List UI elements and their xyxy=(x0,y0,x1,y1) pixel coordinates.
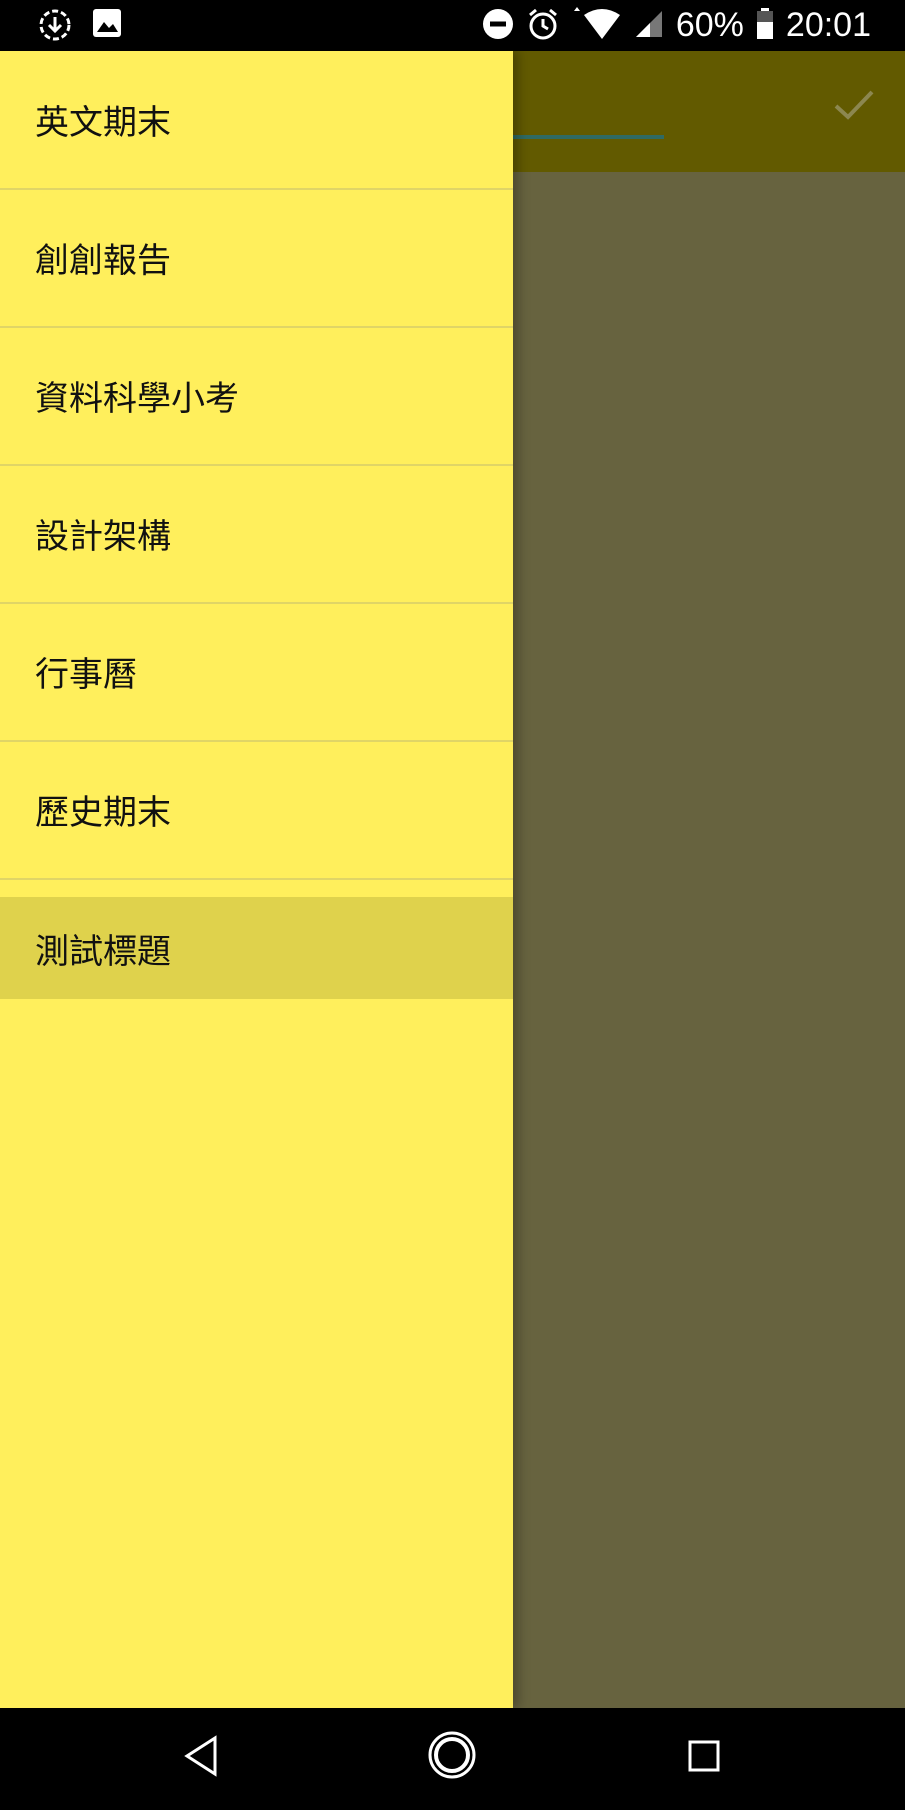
dnd-icon xyxy=(482,8,514,44)
drawer-item-0[interactable]: 英文期末 xyxy=(0,51,513,190)
drawer-item-label: 資料科學小考 xyxy=(35,379,239,419)
drawer-item-label: 英文期末 xyxy=(35,103,171,143)
clock: 20:01 xyxy=(785,6,871,44)
battery-icon xyxy=(756,7,774,44)
navigation-drawer: 英文期末 創創報告 資料科學小考 設計架構 行事曆 歷史期末 測試標題 xyxy=(0,51,513,1708)
drawer-item-label: 創創報告 xyxy=(35,241,171,281)
wifi-icon xyxy=(572,6,622,45)
image-icon xyxy=(92,8,122,46)
home-icon[interactable] xyxy=(427,1730,477,1784)
download-icon xyxy=(38,8,72,46)
status-bar: 60% 20:01 xyxy=(0,0,905,51)
check-icon[interactable] xyxy=(832,82,876,126)
back-icon[interactable] xyxy=(183,1734,219,1782)
recents-icon[interactable] xyxy=(688,1740,720,1776)
drawer-item-label: 行事曆 xyxy=(35,655,137,695)
drawer-item-label: 設計架構 xyxy=(35,517,171,557)
title-input-underline xyxy=(513,135,664,139)
drawer-item-3[interactable]: 設計架構 xyxy=(0,465,513,604)
drawer-item-5[interactable]: 歷史期末 xyxy=(0,741,513,880)
drawer-item-label: 歷史期末 xyxy=(35,793,171,833)
drawer-item-1[interactable]: 創創報告 xyxy=(0,189,513,328)
drawer-item-2[interactable]: 資料科學小考 xyxy=(0,327,513,466)
drawer-item-6-selected[interactable]: 測試標題 xyxy=(0,897,513,999)
signal-icon xyxy=(634,9,664,43)
battery-percent: 60% xyxy=(675,6,744,44)
system-nav-bar xyxy=(0,1708,905,1810)
drawer-item-4[interactable]: 行事曆 xyxy=(0,603,513,742)
drawer-item-label: 測試標題 xyxy=(35,931,171,972)
alarm-icon xyxy=(526,7,560,45)
